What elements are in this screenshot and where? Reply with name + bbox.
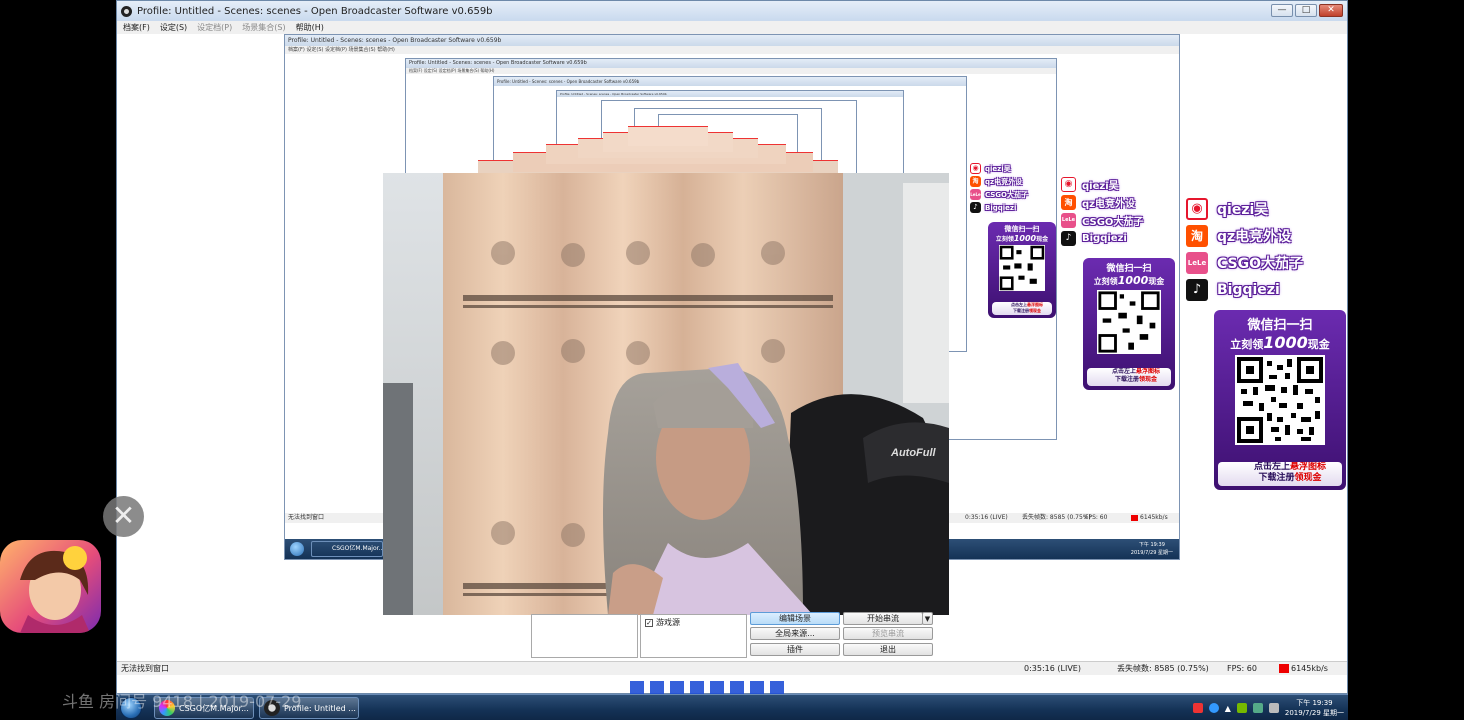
- nested-title-1: Profile: Untitled - Scenes: scenes - Ope…: [285, 35, 1179, 46]
- sponsor-row: LeLe CSGO大茄子: [1186, 252, 1303, 274]
- weibo-icon: ◉: [1061, 177, 1076, 192]
- menu-file[interactable]: 档案(F): [123, 22, 150, 33]
- minimize-button[interactable]: —: [1271, 4, 1293, 17]
- scenes-list[interactable]: [531, 614, 638, 658]
- status-text: 无法找到窗口: [121, 664, 169, 673]
- close-overlay-button[interactable]: ✕: [103, 496, 144, 537]
- qr-code: [1097, 290, 1161, 354]
- stream-time: 0:35:16 (LIVE): [1024, 664, 1081, 673]
- taobao-icon: 淘: [1061, 195, 1076, 210]
- promo-card-large: 微信扫一扫 立刻领1000现金 点击左上悬浮图标 下载注册领现金: [1214, 310, 1346, 490]
- status-bar: 无法找到窗口 0:35:16 (LIVE) 丢失帧数: 8585 (0.75%)…: [117, 661, 1347, 675]
- weibo-icon: ◉: [970, 163, 981, 174]
- recursion-frames: [478, 124, 838, 174]
- nvidia-icon[interactable]: [1236, 703, 1247, 713]
- fps-readout: FPS: 60: [1227, 664, 1257, 673]
- tray-app-icon[interactable]: [1192, 703, 1203, 713]
- douyin-icon: ♪: [1061, 231, 1076, 246]
- sponsor-row: ♪ Bigqiezi: [1186, 279, 1303, 301]
- promo-line1: 微信扫一扫: [1247, 318, 1313, 333]
- sponsor-label: qiezi吴: [1217, 202, 1269, 218]
- menu-bar: 档案(F) 设定(S) 设定档(P) 场景集合(S) 帮助(H): [117, 21, 1347, 34]
- obs-logo-icon: [121, 5, 132, 17]
- bitrate-indicator-icon: [1279, 664, 1289, 673]
- menu-profile[interactable]: 设定档(P): [197, 22, 232, 33]
- network-icon[interactable]: [1252, 703, 1263, 713]
- screen: Profile: Untitled - Scenes: scenes - Ope…: [0, 0, 1464, 720]
- douyin-icon: ♪: [1186, 279, 1208, 301]
- chevron-down-icon: ▼: [924, 615, 931, 623]
- sponsor-list-small: ◉ qiezi吴 淘 qz电竞外设 LeLe CSGO大茄子 ♪ Bigqiezi: [970, 163, 1029, 213]
- promo-card-medium: 微信扫一扫 立刻领1000现金 点击左上悬浮图标 下载注册领现金: [1083, 258, 1175, 390]
- system-tray: ▲ 下午 19:39 2019/7/29 星期一: [1192, 697, 1344, 719]
- plugins-button[interactable]: 插件: [750, 643, 840, 656]
- edit-scene-button[interactable]: 编辑场景: [750, 612, 840, 625]
- room-watermark: 斗鱼 房间号 9418 | 2019-07-29: [62, 692, 302, 711]
- lele-icon: LeLe: [970, 189, 981, 200]
- menu-help[interactable]: 帮助(H): [296, 22, 324, 33]
- taobao-icon: 淘: [1186, 225, 1208, 247]
- weibo-icon: ◉: [1186, 198, 1208, 220]
- nested-menu-1: 档案(F) 设定(S) 设定档(P) 场景集合(S) 帮助(H): [285, 46, 1179, 54]
- chair-brand: AutoFull: [890, 447, 937, 459]
- game-avatar-icon[interactable]: [0, 540, 101, 633]
- dropped-frames: 丢失帧数: 8585 (0.75%): [1117, 664, 1209, 673]
- stream-banner-art: [560, 681, 860, 694]
- chevron-up-icon[interactable]: ▲: [1225, 704, 1231, 713]
- sponsor-label: Bigqiezi: [1217, 282, 1280, 298]
- volume-icon[interactable]: [1268, 703, 1279, 713]
- source-item[interactable]: 游戏源: [656, 617, 680, 628]
- sponsor-row: 淘 qz电竞外设: [1186, 225, 1303, 247]
- close-button[interactable]: ✕: [1319, 4, 1343, 17]
- webcam-preview: AutoFull: [383, 173, 949, 615]
- exit-button[interactable]: 退出: [843, 643, 933, 656]
- maximize-button[interactable]: □: [1295, 4, 1317, 17]
- global-sources-button[interactable]: 全局来源...: [750, 627, 840, 640]
- lele-icon: LeLe: [1186, 252, 1208, 274]
- webcam-image: AutoFull: [383, 173, 949, 615]
- menu-scene-collection[interactable]: 场景集合(S): [242, 22, 285, 33]
- menu-settings[interactable]: 设定(S): [160, 22, 187, 33]
- sponsor-label: CSGO大茄子: [1217, 256, 1304, 272]
- qr-code: [999, 245, 1045, 291]
- window-title: Profile: Untitled - Scenes: scenes - Ope…: [137, 5, 493, 17]
- clock[interactable]: 下午 19:39 2019/7/29 星期一: [1285, 698, 1344, 718]
- lele-icon: LeLe: [1061, 213, 1076, 228]
- help-icon[interactable]: [1208, 703, 1219, 713]
- sponsor-row: ◉ qiezi吴: [1186, 198, 1303, 220]
- window-titlebar[interactable]: Profile: Untitled - Scenes: scenes - Ope…: [117, 1, 1347, 21]
- promo-line2: 立刻领1000现金: [1230, 333, 1330, 352]
- taobao-icon: 淘: [970, 176, 981, 187]
- douyin-icon: ♪: [970, 202, 981, 213]
- sponsor-list-large: ◉ qiezi吴 淘 qz电竞外设 LeLe CSGO大茄子 ♪ Bigqiez…: [1186, 198, 1303, 301]
- sponsor-label: qz电竞外设: [1217, 229, 1292, 245]
- qr-code: [1235, 355, 1325, 445]
- sponsor-list-medium: ◉ qiezi吴 淘 qz电竞外设 LeLe CSGO大茄子 ♪ Bigqiezi: [1061, 177, 1144, 246]
- sources-list[interactable]: ✓ 游戏源: [640, 614, 747, 658]
- close-icon: ✕: [111, 499, 136, 532]
- promo-footer: 点击左上悬浮图标 下载注册领现金: [1218, 462, 1342, 486]
- preview-stream-button[interactable]: 预览串流: [843, 627, 933, 640]
- start-stream-dropdown[interactable]: ▼: [922, 612, 933, 625]
- promo-card-small: 微信扫一扫 立刻领1000现金 点击左上悬浮图标 下载注册领现金: [988, 222, 1056, 318]
- source-checkbox[interactable]: ✓: [645, 618, 653, 627]
- start-stream-button[interactable]: 开始串流: [843, 612, 923, 625]
- bitrate-readout: 6145kb/s: [1279, 664, 1328, 673]
